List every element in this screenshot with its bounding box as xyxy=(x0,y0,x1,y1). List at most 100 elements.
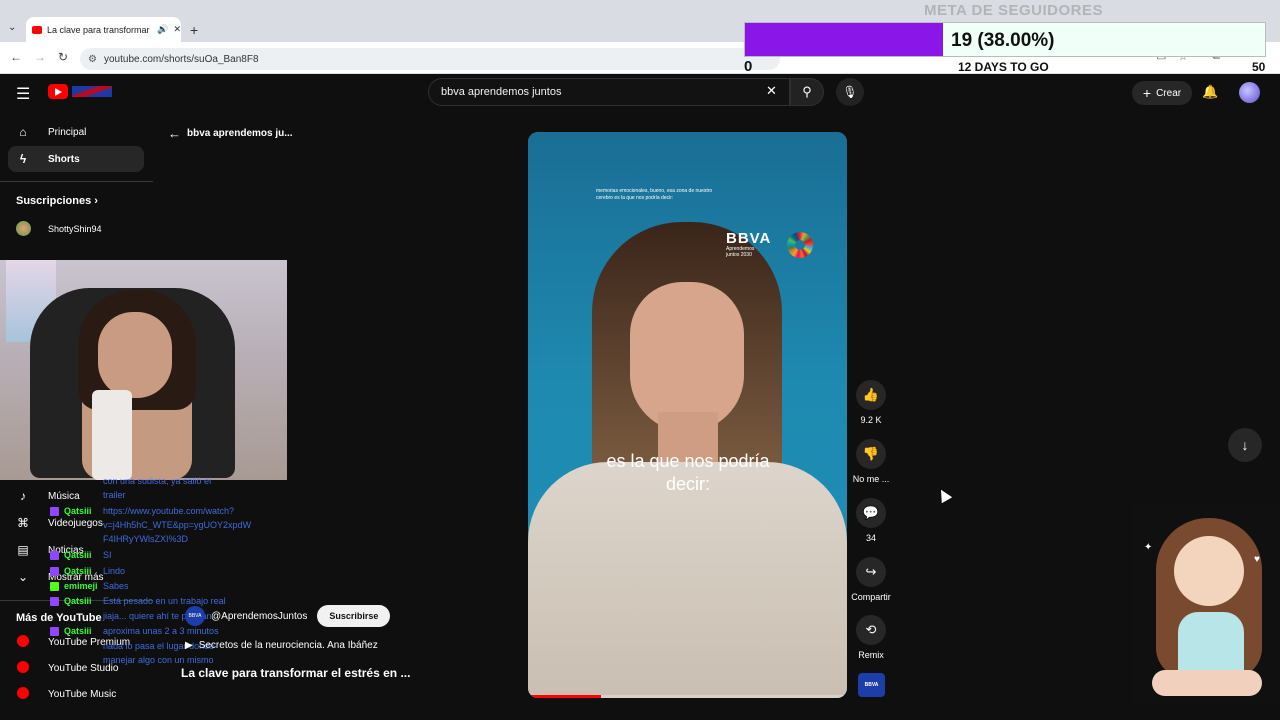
search-input-value: bbva aprendemos juntos xyxy=(441,86,562,98)
search-input[interactable]: bbva aprendemos juntos xyxy=(428,78,790,106)
dislike-label: No me ... xyxy=(852,474,890,484)
subscribe-button[interactable]: Suscribirse xyxy=(317,605,391,627)
flag-icon xyxy=(72,86,112,97)
youtube-studio-icon xyxy=(16,660,30,676)
short-title[interactable]: La clave para transformar el estrés en .… xyxy=(181,666,410,680)
sidebar-item-label: YouTube Music xyxy=(48,688,117,700)
vtuber-avatar-overlay: ✦ ♥ xyxy=(1134,502,1280,706)
url-field[interactable]: ⚙ youtube.com/shorts/suOa_Ban8F8 xyxy=(80,48,780,70)
kick-badge-icon xyxy=(50,582,59,591)
remix-icon: ⟲ xyxy=(856,615,886,645)
short-channel-row: BBVA @AprendemosJuntos Suscribirse xyxy=(185,605,391,627)
tab-close-icon[interactable]: ✕ xyxy=(173,24,181,35)
chevron-down-icon: ⌄ xyxy=(17,570,29,584)
chat-message: aproxima unas 2 a 3 minutos xyxy=(103,626,219,636)
plus-icon: + xyxy=(1142,85,1152,101)
video-subtitle: es la que nos podría decir: xyxy=(606,451,770,494)
remix-button[interactable]: ⟲ Remix xyxy=(848,615,894,660)
vtuber-legs xyxy=(1152,670,1262,696)
twitch-badge-icon xyxy=(50,567,59,576)
chat-message: F4IHRyYWlsZXI%3D xyxy=(103,534,189,544)
chat-message: trailer xyxy=(103,490,126,500)
back-arrow-icon: ← xyxy=(168,126,181,141)
sidebar-divider xyxy=(0,181,153,182)
youtube-logo[interactable] xyxy=(48,83,114,101)
like-count: 9.2 K xyxy=(860,415,882,425)
channel-handle[interactable]: @AprendemosJuntos xyxy=(211,611,307,622)
chat-username: Qatsiii xyxy=(64,626,92,636)
browser-tab[interactable]: La clave para transformar el 🔊 ✕ xyxy=(26,17,181,42)
speaker-jacket xyxy=(528,462,847,698)
short-video-player[interactable]: memorias emocionales, bueno, esa zona de… xyxy=(528,132,847,698)
subscriptions-heading[interactable]: Suscripciones › xyxy=(16,195,98,207)
goal-min: 0 xyxy=(744,58,753,75)
chat-user-line: Qatsiii xyxy=(50,550,92,560)
comments-button[interactable]: 💬 34 xyxy=(848,498,894,543)
twitch-badge-icon xyxy=(50,597,59,606)
back-label: bbva aprendemos ju... xyxy=(187,128,293,139)
sidebar-item-youtube-music[interactable]: YouTube Music xyxy=(8,681,144,707)
chat-message: con una sudista, ya salió el xyxy=(103,476,212,486)
chat-username: Qatsiii xyxy=(64,596,92,606)
create-button[interactable]: + Crear xyxy=(1132,81,1192,105)
url-text: youtube.com/shorts/suOa_Ban8F8 xyxy=(104,53,259,65)
goal-remaining: 12 DAYS TO GO xyxy=(958,60,1049,74)
youtube-favicon-icon xyxy=(32,25,42,34)
goal-max: 50 xyxy=(1252,60,1266,74)
channel-avatar[interactable]: BBVA xyxy=(185,606,205,626)
channel-name: ShottyShin94 xyxy=(48,223,102,234)
clear-search-icon[interactable]: ✕ xyxy=(766,83,777,99)
sidebar-channel-item[interactable]: ShottyShin94 xyxy=(16,221,102,236)
twitch-badge-icon xyxy=(50,507,59,516)
search-button[interactable]: ⚲ xyxy=(790,78,824,106)
chevron-right-icon: › xyxy=(94,195,98,207)
speaker-face xyxy=(630,282,744,432)
menu-icon[interactable]: ☰ xyxy=(16,84,30,104)
new-tab-button[interactable]: + xyxy=(190,22,198,38)
site-info-icon[interactable]: ⚙ xyxy=(88,54,97,65)
chat-message: Lindo xyxy=(103,566,126,576)
chat-user-line: Qatsiii xyxy=(50,596,92,606)
channel-avatar xyxy=(16,221,31,236)
video-progress-bar[interactable] xyxy=(528,695,847,698)
channel-thumbnail[interactable]: BBVA xyxy=(858,673,885,697)
comment-count: 34 xyxy=(865,533,876,543)
video-progress-fill xyxy=(528,695,602,698)
gaming-icon: ⌘ xyxy=(17,516,29,530)
sparkle-icon: ✦ xyxy=(1144,542,1153,553)
sidebar-item-label: Música xyxy=(48,490,80,502)
subscriptions-label: Suscripciones xyxy=(16,195,92,207)
chat-user-line: Qatsiii xyxy=(50,506,92,516)
tab-search-icon[interactable]: ⌄ xyxy=(8,22,16,33)
home-icon: ⌂ xyxy=(19,125,27,139)
chat-user-line: emimeji xyxy=(50,581,98,591)
voice-search-button[interactable]: 🎙 xyxy=(836,78,864,106)
youtube-music-icon xyxy=(16,686,30,702)
reload-icon[interactable]: ↻ xyxy=(58,50,68,64)
search-back-row[interactable]: ← bbva aprendemos ju... xyxy=(168,126,293,141)
like-button[interactable]: 👍 9.2 K xyxy=(848,380,894,425)
twitch-badge-icon xyxy=(50,627,59,636)
sidebar-item-home[interactable]: ⌂ Principal xyxy=(8,119,144,145)
speaker-icon[interactable]: 🔊 xyxy=(157,24,168,35)
sidebar-item-shorts[interactable]: ϟ Shorts xyxy=(8,146,144,172)
music-icon: ♪ xyxy=(20,489,26,503)
like-icon: 👍 xyxy=(856,380,886,410)
next-short-button[interactable]: ↓ xyxy=(1228,428,1262,462)
playlist-link[interactable]: ▶ Secretos de la neurociencia. Ana Ibáñe… xyxy=(185,640,378,651)
account-avatar[interactable] xyxy=(1239,82,1260,103)
share-button[interactable]: ↪ Compartir xyxy=(848,557,894,602)
forward-arrow-icon[interactable]: → xyxy=(34,50,46,64)
sidebar-item-label: Principal xyxy=(48,126,87,138)
mouse-cursor-icon xyxy=(935,486,953,504)
chat-username: Qatsiii xyxy=(64,506,92,516)
chat-username: Qatsiii xyxy=(64,566,92,576)
more-from-youtube-heading: Más de YouTube xyxy=(16,612,102,624)
back-arrow-icon[interactable]: ← xyxy=(10,50,22,64)
chat-username: Qatsiii xyxy=(64,550,92,560)
playlist-icon: ▶ xyxy=(185,640,193,651)
chat-message: manejar algo con un mismo xyxy=(103,655,214,665)
dislike-button[interactable]: 👎 No me ... xyxy=(848,439,894,484)
notifications-bell-icon[interactable]: 🔔 xyxy=(1202,84,1218,100)
streamer-webcam xyxy=(0,260,287,480)
